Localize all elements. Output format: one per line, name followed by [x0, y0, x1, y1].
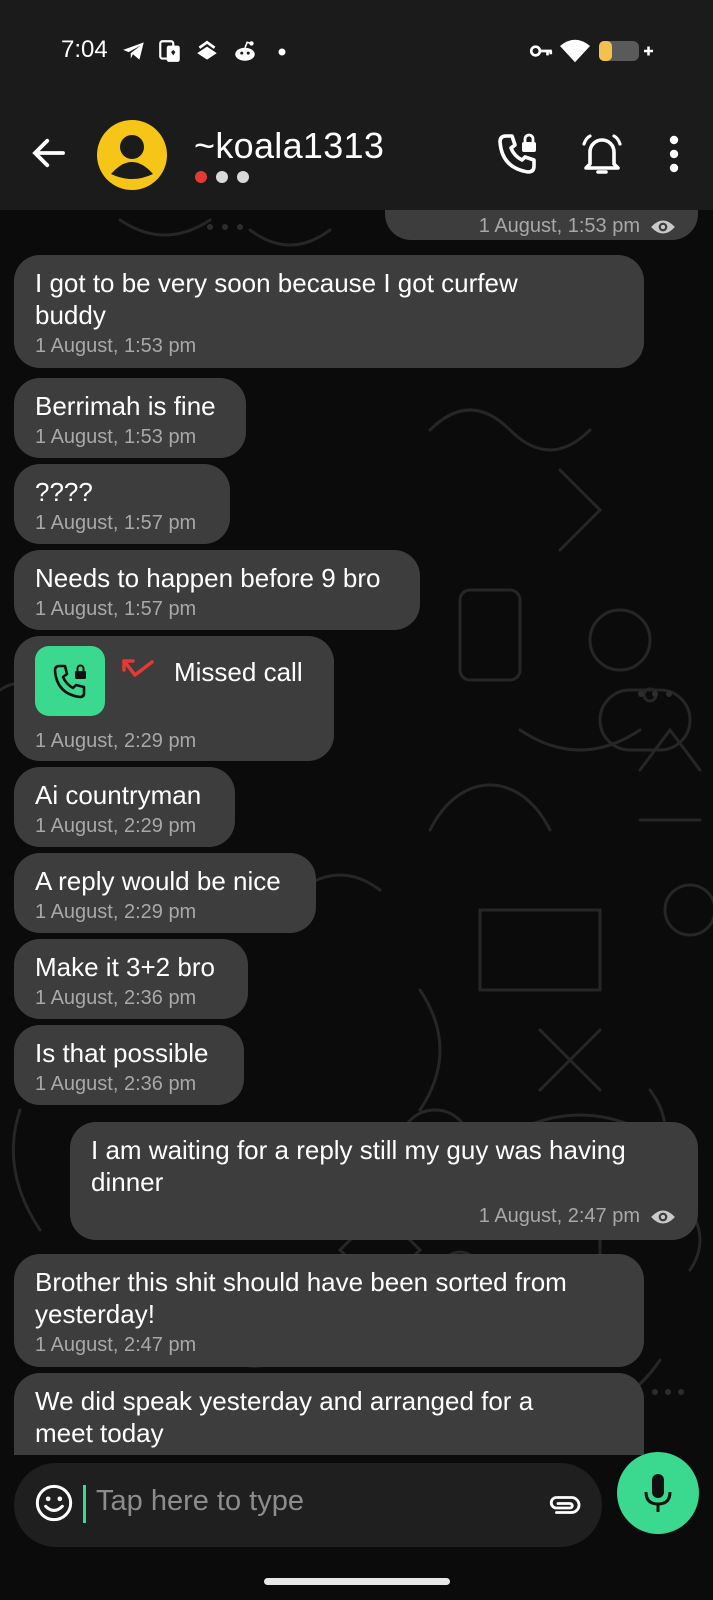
message-bubble-out[interactable]: 1 August, 1:53 pm: [385, 210, 698, 240]
message-bubble-in[interactable]: Ai countryman 1 August, 2:29 pm: [14, 767, 235, 847]
message-text: Needs to happen before 9 bro: [35, 563, 381, 593]
stack-icon: [197, 40, 217, 60]
cards-icon: [159, 40, 180, 62]
seen-eye-icon: [651, 220, 675, 233]
message-text: I got to be very soon because I got curf…: [35, 268, 518, 330]
status-bar: 7:04: [0, 0, 713, 100]
message-list[interactable]: 1 August, 1:53 pm I got to be very soon …: [0, 210, 713, 1455]
avatar[interactable]: [97, 120, 167, 190]
message-time: 1 August, 2:29 pm: [35, 730, 197, 752]
message-text: A reply would be nice: [35, 866, 281, 896]
missed-call-arrow-icon: [122, 659, 154, 677]
message-time: 1 August, 2:47 pm: [478, 1205, 640, 1227]
message-time: 1 August, 2:29 pm: [35, 815, 197, 837]
battery-charging-icon: [599, 41, 653, 61]
message-text: Ai countryman: [35, 780, 202, 810]
message-meta: 1 August, 1:53 pm: [479, 215, 676, 238]
phone-lock-icon: [53, 664, 86, 699]
message-bubble-in[interactable]: Needs to happen before 9 bro 1 August, 1…: [14, 550, 420, 630]
input-placeholder: Tap here to type: [96, 1485, 304, 1517]
emoji-icon[interactable]: [34, 1483, 74, 1523]
bell-icon[interactable]: [578, 130, 626, 178]
status-dots: [195, 170, 258, 188]
message-bubble-in[interactable]: Make it 3+2 bro 1 August, 2:36 pm: [14, 939, 248, 1019]
status-time: 7:04: [61, 36, 108, 63]
message-bubble-in[interactable]: I got to be very soon because I got curf…: [14, 255, 644, 368]
reddit-icon: [235, 41, 255, 61]
composer-bar: Tap here to type: [0, 1452, 713, 1600]
message-input[interactable]: Tap here to type: [14, 1463, 602, 1547]
message-text: Brother this shit should have been sorte…: [35, 1267, 567, 1329]
message-time: 1 August, 1:57 pm: [35, 512, 197, 534]
message-time: 1 August, 1:53 pm: [35, 335, 197, 357]
message-time: 1 August, 2:36 pm: [35, 1073, 197, 1095]
message-time: 1 August, 2:47 pm: [35, 1334, 197, 1356]
message-time: 1 August, 1:53 pm: [478, 215, 640, 237]
more-vert-icon[interactable]: [650, 130, 698, 178]
message-time: 1 August, 1:57 pm: [35, 598, 197, 620]
message-text: Make it 3+2 bro: [35, 952, 215, 982]
message-text: I am waiting for a reply still my guy wa…: [91, 1135, 626, 1197]
message-bubble-in[interactable]: Brother this shit should have been sorte…: [14, 1254, 644, 1367]
missed-call-bubble[interactable]: Missed call 1 August, 2:29 pm: [14, 636, 334, 761]
message-bubble-out[interactable]: I am waiting for a reply still my guy wa…: [70, 1122, 698, 1240]
home-indicator[interactable]: [264, 1578, 450, 1585]
status-dot: [195, 171, 207, 183]
call-badge: [35, 646, 105, 716]
message-time: 1 August, 2:29 pm: [35, 901, 197, 923]
message-time: 1 August, 1:53 pm: [35, 426, 197, 448]
dot-icon: [278, 48, 286, 56]
voice-record-button[interactable]: [617, 1452, 699, 1534]
back-arrow-icon[interactable]: [28, 132, 70, 174]
status-dot: [237, 171, 249, 183]
message-time: 1 August, 2:36 pm: [35, 987, 197, 1009]
status-dot: [216, 171, 228, 183]
message-text: Is that possible: [35, 1038, 209, 1068]
message-bubble-in[interactable]: We did speak yesterday and arranged for …: [14, 1373, 644, 1455]
key-icon: [529, 45, 553, 57]
message-bubble-in[interactable]: Is that possible 1 August, 2:36 pm: [14, 1025, 244, 1105]
phone-lock-icon[interactable]: [494, 130, 542, 178]
message-text: ????: [35, 477, 93, 507]
message-text: Missed call: [174, 657, 303, 687]
microphone-icon: [644, 1474, 672, 1512]
message-bubble-in[interactable]: ???? 1 August, 1:57 pm: [14, 464, 230, 544]
person-icon: [111, 135, 153, 179]
message-bubble-in[interactable]: A reply would be nice 1 August, 2:29 pm: [14, 853, 316, 933]
seen-eye-icon: [651, 1210, 675, 1223]
chat-header: ~koala1313: [0, 100, 713, 210]
attachment-icon[interactable]: [544, 1487, 584, 1523]
text-cursor: [83, 1485, 86, 1523]
chat-screen: 7:04 ~koala1313 1 August, 1:53 pm I got …: [0, 0, 713, 1600]
message-meta: 1 August, 2:47 pm: [479, 1205, 676, 1228]
contact-name[interactable]: ~koala1313: [194, 125, 384, 167]
message-text: We did speak yesterday and arranged for …: [35, 1386, 534, 1448]
message-text: Berrimah is fine: [35, 391, 216, 421]
message-bubble-in[interactable]: Berrimah is fine 1 August, 1:53 pm: [14, 378, 246, 458]
telegram-icon: [123, 42, 144, 60]
wifi-icon: [560, 39, 590, 63]
